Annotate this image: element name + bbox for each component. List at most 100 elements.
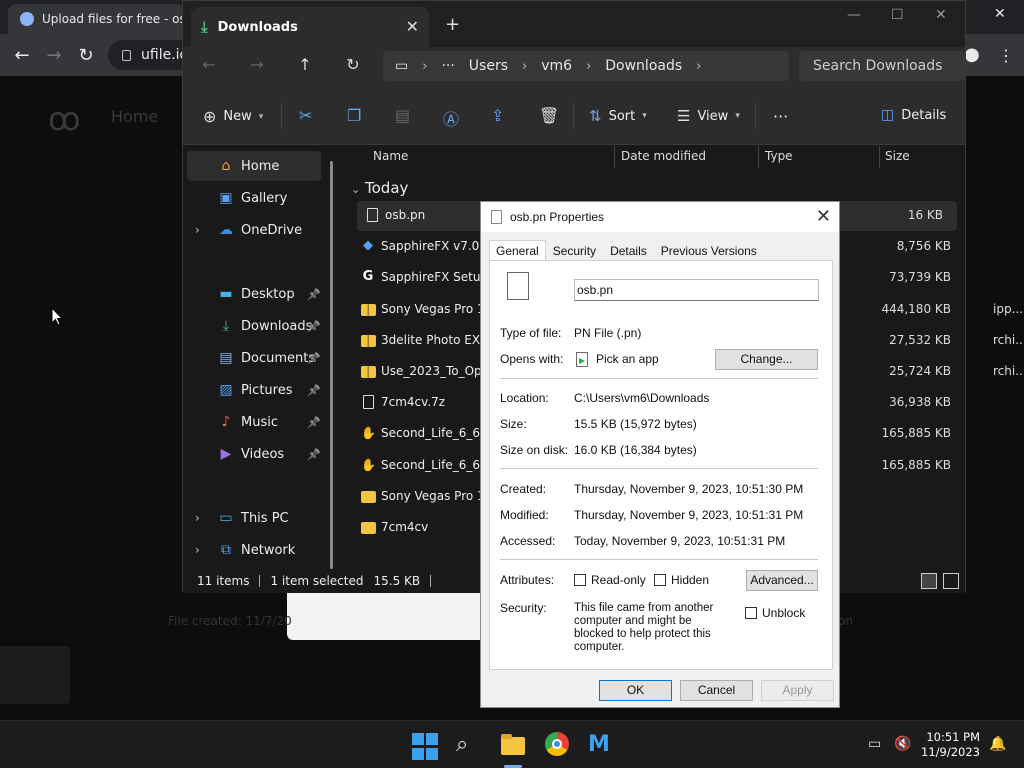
view-button[interactable]: ☰ View ▾: [677, 107, 740, 125]
search-icon[interactable]: ⌕: [456, 731, 484, 759]
sidebar-item-onedrive[interactable]: › ☁ OneDrive: [187, 215, 321, 245]
ufile-favicon: [20, 12, 34, 26]
column-header-type[interactable]: Type: [765, 149, 793, 163]
browser-tab-title: Upload files for free - osb.: [42, 12, 184, 26]
chrome-icon[interactable]: [544, 731, 572, 759]
browser-tab[interactable]: Upload files for free - osb.: [8, 4, 184, 34]
label-created: Created:: [500, 482, 547, 496]
maximize-icon[interactable]: ☐: [891, 7, 904, 23]
status-selected: 1 item selected: [270, 574, 364, 588]
file-explorer-icon[interactable]: [500, 731, 528, 759]
browser-close-icon[interactable]: ✕: [994, 6, 1006, 22]
more-locations-icon[interactable]: ···: [441, 58, 454, 74]
forward-arrow-icon[interactable]: →: [43, 45, 65, 67]
file-size: 444,180 KB: [881, 301, 951, 316]
details-label: Details: [901, 107, 947, 123]
sidebar-item-gallery[interactable]: ▣ Gallery: [187, 183, 321, 213]
system-clock[interactable]: 10:51 PM 11/9/2023: [918, 730, 980, 760]
refresh-icon[interactable]: ↻: [343, 55, 363, 74]
download-icon: ⤓: [222, 318, 230, 334]
more-options-icon[interactable]: ···: [773, 107, 788, 126]
search-input[interactable]: Search Downloads: [799, 51, 965, 81]
paste-icon[interactable]: ▤: [395, 106, 410, 125]
back-arrow-icon[interactable]: ←: [11, 45, 33, 67]
unblock-checkbox[interactable]: Unblock: [745, 606, 805, 620]
cut-icon[interactable]: ✂: [299, 106, 312, 125]
sidebar-item-home[interactable]: ⌂ Home: [187, 151, 321, 181]
forward-icon[interactable]: →: [247, 55, 267, 74]
tab-previous-versions[interactable]: Previous Versions: [654, 240, 764, 261]
navigation-scrollbar[interactable]: [330, 161, 333, 569]
document-icon: [365, 207, 379, 223]
expand-chevron-icon[interactable]: ›: [195, 223, 200, 237]
reload-icon[interactable]: ↻: [75, 45, 97, 67]
sidebar-item-label: Pictures: [241, 382, 293, 398]
readonly-checkbox[interactable]: Read-only: [574, 573, 646, 587]
column-separator[interactable]: [614, 146, 615, 168]
sidebar-item-pictures[interactable]: ▨ Pictures 📌: [187, 375, 321, 405]
file-name: SapphireFX Setup: [381, 270, 489, 285]
browser-menu-icon[interactable]: ⋮: [998, 46, 1014, 65]
notification-bell-icon[interactable]: 🔔: [989, 736, 1006, 752]
value-created: Thursday, November 9, 2023, 10:51:30 PM: [574, 482, 804, 496]
sidebar-item-downloads[interactable]: ⤓ Downloads 📌: [187, 311, 321, 341]
new-button[interactable]: ⊕ New ▾: [203, 107, 263, 126]
change-button[interactable]: Change...: [715, 349, 818, 370]
tiles-view-icon[interactable]: [943, 573, 959, 589]
hidden-checkbox[interactable]: Hidden: [654, 573, 709, 587]
new-tab-plus-icon[interactable]: +: [445, 14, 460, 35]
cancel-button[interactable]: Cancel: [680, 680, 753, 701]
tab-close-icon[interactable]: ✕: [406, 17, 419, 36]
expand-chevron-icon[interactable]: ›: [195, 543, 200, 557]
tab-details[interactable]: Details: [603, 240, 654, 261]
window-close-icon[interactable]: ✕: [935, 7, 947, 23]
details-button[interactable]: ◫ Details: [881, 107, 946, 123]
explorer-address-bar[interactable]: ▭ › ··· Users › vm6 › Downloads ›: [383, 51, 789, 81]
page-nav-home[interactable]: Home: [111, 107, 158, 126]
copy-icon[interactable]: ❐: [347, 106, 361, 125]
breadcrumb-downloads[interactable]: Downloads: [605, 58, 682, 74]
column-separator[interactable]: [879, 146, 880, 168]
sidebar-item-documents[interactable]: ▤ Documents 📌: [187, 343, 321, 373]
sidebar-item-desktop[interactable]: ▬ Desktop 📌: [187, 279, 321, 309]
minimize-icon[interactable]: —: [847, 7, 861, 23]
group-header-today[interactable]: ⌄ Today: [351, 179, 408, 197]
up-arrow-icon[interactable]: ↑: [295, 55, 315, 74]
share-icon[interactable]: ⇪: [491, 106, 504, 125]
breadcrumb-vm6[interactable]: vm6: [541, 58, 572, 74]
sort-button[interactable]: ⇅ Sort ▾: [589, 107, 647, 125]
expand-chevron-icon[interactable]: ›: [195, 511, 200, 525]
app-m-icon[interactable]: M: [588, 731, 616, 759]
breadcrumb-users[interactable]: Users: [469, 58, 508, 74]
column-header-name[interactable]: Name: [373, 149, 408, 163]
column-header-date-modified[interactable]: Date modified: [621, 149, 706, 163]
delete-icon[interactable]: 🗑: [539, 106, 559, 125]
filename-input[interactable]: osb.pn: [574, 279, 819, 301]
tab-general[interactable]: General: [489, 240, 546, 261]
tab-security[interactable]: Security: [546, 240, 603, 261]
sidebar-item-music[interactable]: ♪ Music 📌: [187, 407, 321, 437]
windows-start-icon[interactable]: [412, 733, 440, 761]
column-separator[interactable]: [758, 146, 759, 168]
sidebar-item-this-pc[interactable]: › ▭ This PC: [187, 503, 321, 533]
recaptcha-badge[interactable]: [0, 646, 70, 704]
details-view-icon[interactable]: [921, 573, 937, 589]
sidebar-item-network[interactable]: › ⧉ Network: [187, 535, 321, 565]
explorer-tab-downloads[interactable]: ⤓ Downloads ✕: [191, 7, 429, 47]
ok-button[interactable]: OK: [599, 680, 672, 701]
apply-button[interactable]: Apply: [761, 680, 834, 701]
column-header-size[interactable]: Size: [885, 149, 910, 163]
rename-icon[interactable]: Ⓐ: [443, 106, 459, 130]
profile-icon[interactable]: ●: [964, 44, 980, 65]
status-separator: [430, 575, 432, 587]
back-icon[interactable]: ←: [199, 55, 219, 74]
file-size: 165,885 KB: [881, 426, 951, 441]
computer-icon: ▭: [219, 510, 233, 526]
volume-muted-icon[interactable]: 🔇: [894, 736, 911, 752]
display-icon[interactable]: ▭: [868, 736, 881, 752]
pick-app-icon: [576, 352, 588, 367]
dialog-close-icon[interactable]: ✕: [816, 206, 831, 227]
advanced-button[interactable]: Advanced...: [746, 570, 818, 591]
clock-date: 11/9/2023: [921, 745, 980, 759]
sidebar-item-videos[interactable]: ▶ Videos 📌: [187, 439, 321, 469]
